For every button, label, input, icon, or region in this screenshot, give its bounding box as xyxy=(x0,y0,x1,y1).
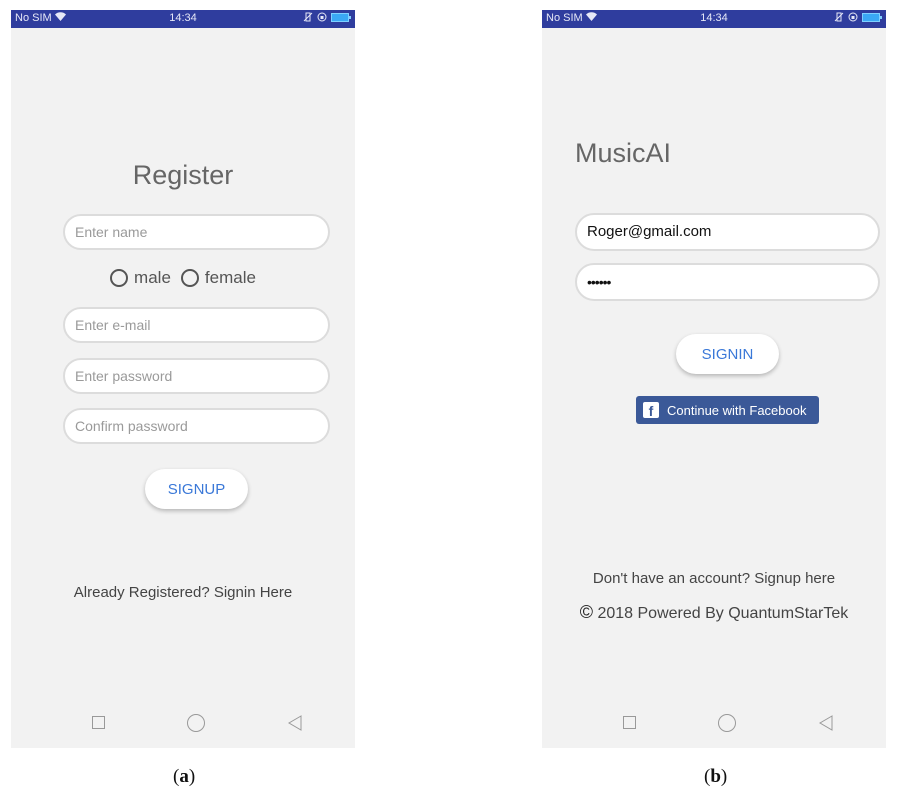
radio-male[interactable]: male xyxy=(110,268,171,288)
radio-male-label: male xyxy=(134,268,171,287)
caption-a: (a) xyxy=(173,766,196,787)
nav-back-icon[interactable] xyxy=(288,715,302,731)
orientation-lock-icon xyxy=(317,12,327,22)
signin-screen: No SIM 14:34 MusicAI Roger@gmail.com •••… xyxy=(542,10,886,748)
footer-copyright: © 2018 Powered By QuantumStarTek xyxy=(542,602,886,623)
status-bar: No SIM 14:34 xyxy=(11,10,355,28)
caption-b: (b) xyxy=(704,766,728,787)
register-screen: No SIM 14:34 Register Enter name male fe… xyxy=(11,10,355,748)
signin-button[interactable]: SIGNIN xyxy=(676,334,779,374)
vibrate-icon xyxy=(834,12,844,22)
signup-link[interactable]: Don't have an account? Signup here xyxy=(542,570,886,587)
nav-bar xyxy=(542,714,886,734)
radio-female-label: female xyxy=(204,268,256,287)
facebook-button-label: Continue with Facebook xyxy=(667,402,807,418)
signup-button[interactable]: SIGNUP xyxy=(145,469,248,509)
status-icons xyxy=(303,12,351,22)
nav-recent-icon[interactable] xyxy=(92,716,105,729)
footer-text: 2018 Powered By QuantumStarTek xyxy=(597,605,849,622)
facebook-login-button[interactable]: f Continue with Facebook xyxy=(636,396,819,424)
battery-icon xyxy=(331,12,351,22)
nav-home-icon[interactable] xyxy=(718,714,736,732)
facebook-icon: f xyxy=(643,402,659,419)
password-input[interactable]: Enter password xyxy=(63,358,330,394)
vibrate-icon xyxy=(303,12,313,22)
page-title: Register xyxy=(132,160,234,190)
radio-button-icon[interactable] xyxy=(180,269,199,287)
confirm-password-input[interactable]: Confirm password xyxy=(63,408,330,444)
nav-home-icon[interactable] xyxy=(187,714,205,732)
gender-radio-group: male female xyxy=(11,268,355,288)
name-input[interactable]: Enter name xyxy=(63,214,330,250)
nav-recent-icon[interactable] xyxy=(623,716,636,729)
copyright-icon: © xyxy=(579,602,593,622)
email-input[interactable]: Roger@gmail.com xyxy=(575,213,880,251)
status-bar: No SIM 14:34 xyxy=(542,10,886,28)
signin-link[interactable]: Already Registered? Signin Here xyxy=(11,584,355,601)
app-title: MusicAI xyxy=(575,138,672,168)
email-input[interactable]: Enter e-mail xyxy=(63,307,330,343)
radio-female[interactable]: female xyxy=(180,268,256,288)
nav-bar xyxy=(11,714,355,734)
nav-back-icon[interactable] xyxy=(819,715,833,731)
orientation-lock-icon xyxy=(848,12,858,22)
status-icons xyxy=(834,12,882,22)
password-input[interactable]: •••••• xyxy=(575,263,880,301)
battery-icon xyxy=(862,12,882,22)
radio-button-icon[interactable] xyxy=(110,269,129,287)
